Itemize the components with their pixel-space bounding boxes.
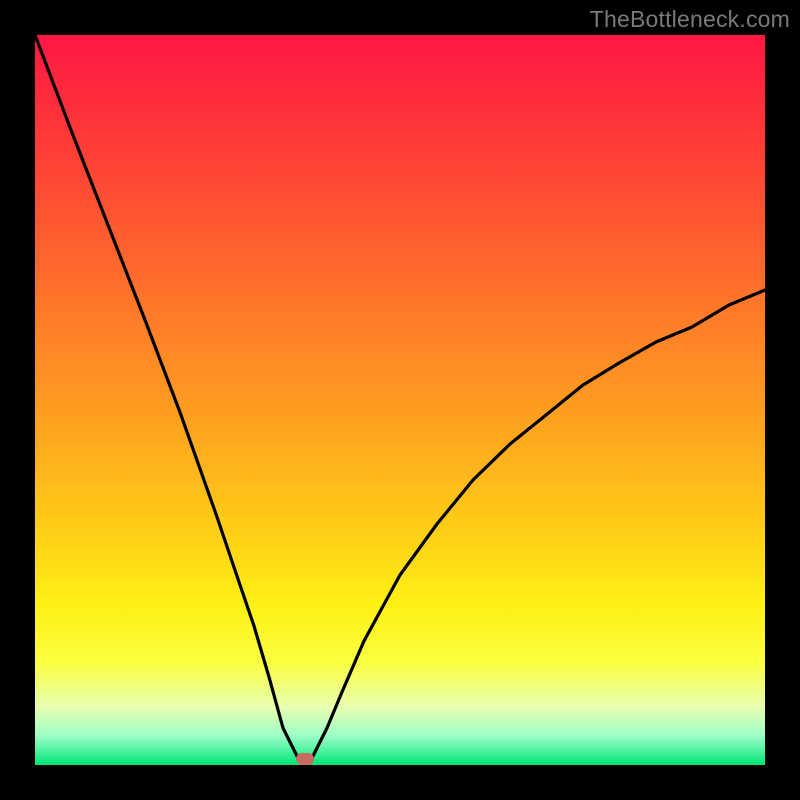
bottleneck-curve xyxy=(35,35,765,765)
watermark-text: TheBottleneck.com xyxy=(590,6,790,33)
plot-area xyxy=(35,35,765,765)
chart-frame: TheBottleneck.com xyxy=(0,0,800,800)
optimal-marker xyxy=(296,753,314,765)
curve-path xyxy=(35,35,765,765)
